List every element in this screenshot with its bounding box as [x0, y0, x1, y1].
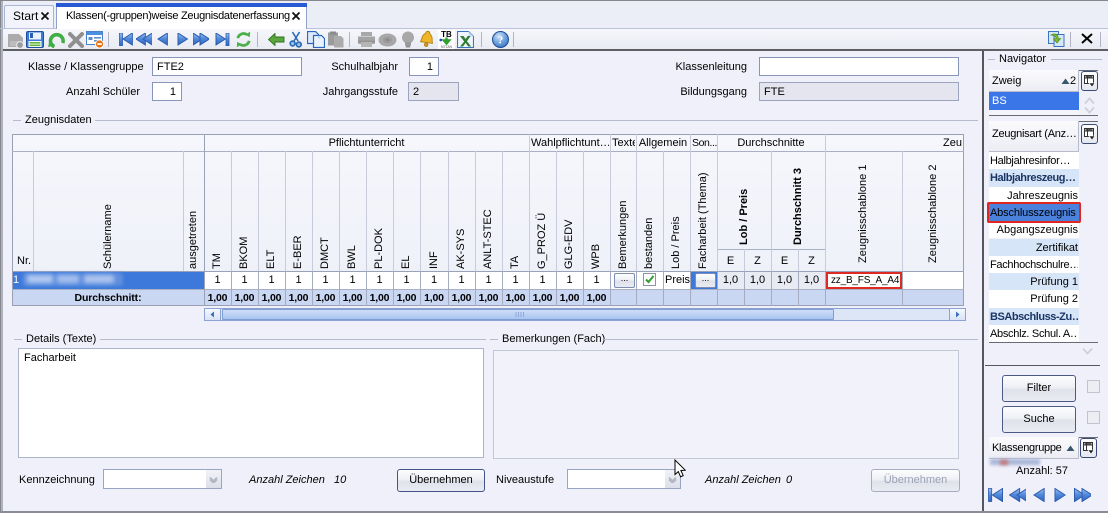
svg-text:MTZAN: MTZAN	[441, 45, 453, 49]
svg-text:?: ?	[498, 35, 504, 47]
